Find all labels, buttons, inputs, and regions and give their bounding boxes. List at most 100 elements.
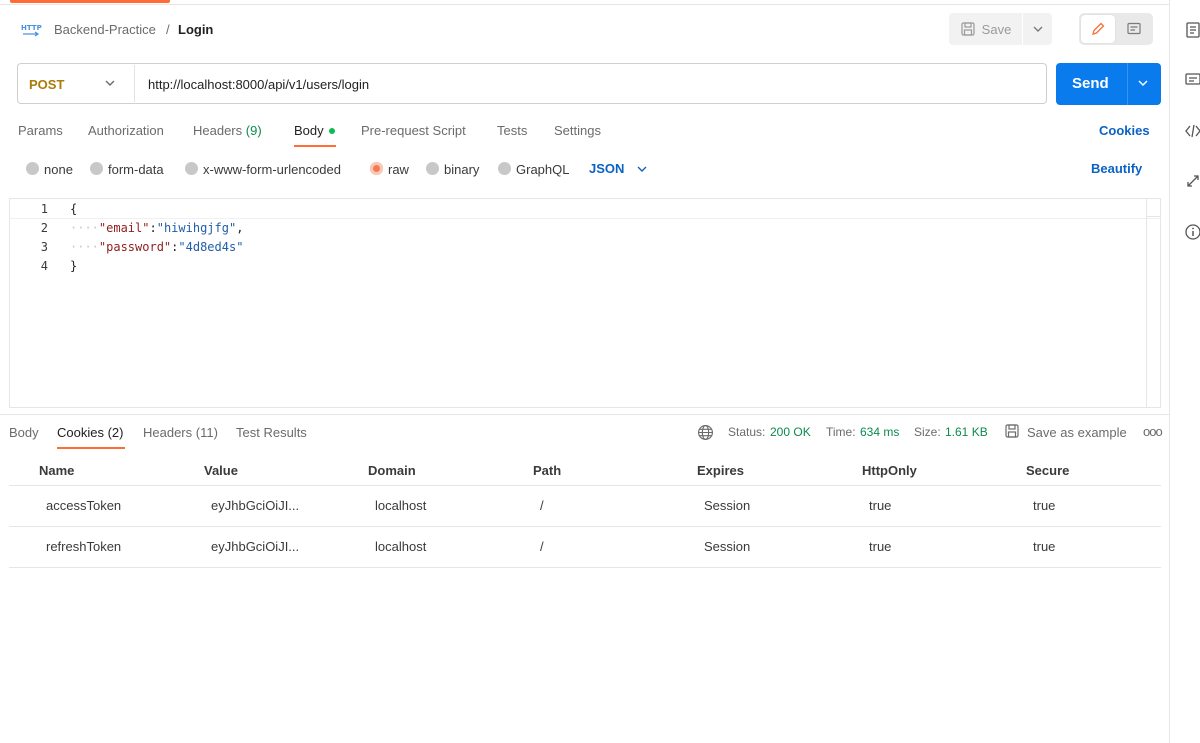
json-comma: , [236,221,244,235]
divider [134,65,135,102]
tab-authorization[interactable]: Authorization [88,123,164,138]
breadcrumb-workspace[interactable]: Backend-Practice [54,22,156,37]
cookie-value: eyJhbGciOiJI... [211,498,300,513]
size-value[interactable]: 1.61 KB [945,425,988,439]
tab-headers-label: Headers [143,425,193,440]
divider [1127,63,1128,105]
globe-icon[interactable] [697,424,714,441]
radio-none[interactable] [26,162,39,175]
documentation-icon[interactable] [1184,21,1200,39]
tab-cookies-count: (2) [107,425,124,440]
table-row[interactable] [9,527,1161,567]
url-input[interactable]: http://localhost:8000/api/v1/users/login [148,77,369,92]
tab-headers[interactable]: Headers (9) [193,123,262,138]
column-header-httponly: HttpOnly [862,463,917,478]
beautify-button[interactable]: Beautify [1091,161,1142,176]
save-as-example-button[interactable]: Save as example [1027,425,1127,440]
tab-response-body[interactable]: Body [9,425,39,440]
info-icon[interactable] [1184,223,1200,241]
time-value[interactable]: 634 ms [860,425,899,439]
divider [0,4,1169,5]
indent-guide: ···· [70,221,99,235]
column-header-secure: Secure [1026,463,1070,478]
radio-graphql-label[interactable]: GraphQL [516,162,569,177]
tab-settings[interactable]: Settings [554,123,601,138]
pencil-icon [1092,22,1105,35]
radio-raw[interactable] [370,162,383,175]
more-options-button[interactable]: ooo [1143,424,1163,439]
comment-icon [1127,22,1141,35]
cookie-httponly: true [869,498,892,513]
chevron-down-icon[interactable] [104,77,116,89]
cookie-name: accessToken [46,498,122,513]
code-line: ····"email":"hiwihgjfg", [70,221,243,235]
time-label: Time: [826,425,856,439]
tab-params[interactable]: Params [18,123,63,138]
chevron-down-icon[interactable] [1137,77,1149,89]
pane-divider[interactable] [0,414,1169,415]
divider [1146,216,1160,217]
method-select[interactable]: POST [29,77,64,92]
cookie-path: / [540,498,544,513]
column-header-domain: Domain [368,463,416,478]
cookie-secure: true [1033,498,1056,513]
save-options-button[interactable] [1023,13,1052,45]
table-row[interactable] [9,486,1161,526]
radio-urlencoded[interactable] [185,162,198,175]
language-select[interactable]: JSON [589,161,624,176]
tab-tests[interactable]: Tests [497,123,527,138]
line-number: 2 [40,221,48,235]
svg-text:HTTP: HTTP [21,24,42,32]
tab-test-results[interactable]: Test Results [236,425,307,440]
radio-raw-label[interactable]: raw [388,162,409,177]
related-collections-icon[interactable] [1184,172,1200,190]
radio-urlencoded-label[interactable]: x-www-form-urlencoded [203,162,341,177]
comments-mode-button[interactable] [1117,15,1151,43]
tab-response-cookies[interactable]: Cookies (2) [57,425,123,440]
status-label: Status: [728,425,766,439]
radio-form-data[interactable] [90,162,103,175]
divider [9,567,1161,568]
size-label: Size: [914,425,941,439]
line-number: 3 [40,240,48,254]
status-value[interactable]: 200 OK [770,425,811,439]
cookie-value: eyJhbGciOiJI... [211,539,300,554]
tab-prerequest-script[interactable]: Pre-request Script [361,123,466,138]
column-header-path: Path [533,463,562,478]
save-label: Save [981,21,1012,37]
code-icon[interactable] [1184,122,1200,140]
active-tab-indicator [10,0,170,3]
radio-binary-label[interactable]: binary [444,162,479,177]
request-title[interactable]: Login [178,22,213,37]
cookie-domain: localhost [375,498,427,513]
editor-scrollbar[interactable] [1146,199,1147,407]
column-header-value: Value [204,463,238,478]
save-icon[interactable] [1004,423,1020,439]
tab-headers-count: (9) [245,123,262,138]
code-line: ····"password":"4d8ed4s" [70,240,243,254]
radio-none-label[interactable]: none [44,162,73,177]
chevron-down-icon [1033,26,1042,32]
tab-body[interactable]: Body [294,123,324,138]
code-line: } [70,259,78,273]
radio-graphql[interactable] [498,162,511,175]
tab-response-headers[interactable]: Headers (11) [143,425,218,440]
send-label[interactable]: Send [1072,75,1109,92]
cookie-expires: Session [704,539,751,554]
cookie-name: refreshToken [46,539,122,554]
cookie-expires: Session [704,498,751,513]
cookie-domain: localhost [375,539,427,554]
save-button[interactable]: Save [949,13,1022,45]
active-tab-underline [57,447,125,449]
edit-mode-button[interactable] [1081,15,1115,43]
json-value: "hiwihgjfg" [156,221,237,235]
line-number: 1 [40,202,48,216]
save-icon [961,22,975,36]
line-number: 4 [40,259,48,273]
comment-icon[interactable] [1184,71,1200,89]
cookies-link[interactable]: Cookies [1099,123,1150,138]
chevron-down-icon[interactable] [636,163,648,175]
column-header-name: Name [39,463,75,478]
radio-binary[interactable] [426,162,439,175]
radio-form-data-label[interactable]: form-data [108,162,164,177]
